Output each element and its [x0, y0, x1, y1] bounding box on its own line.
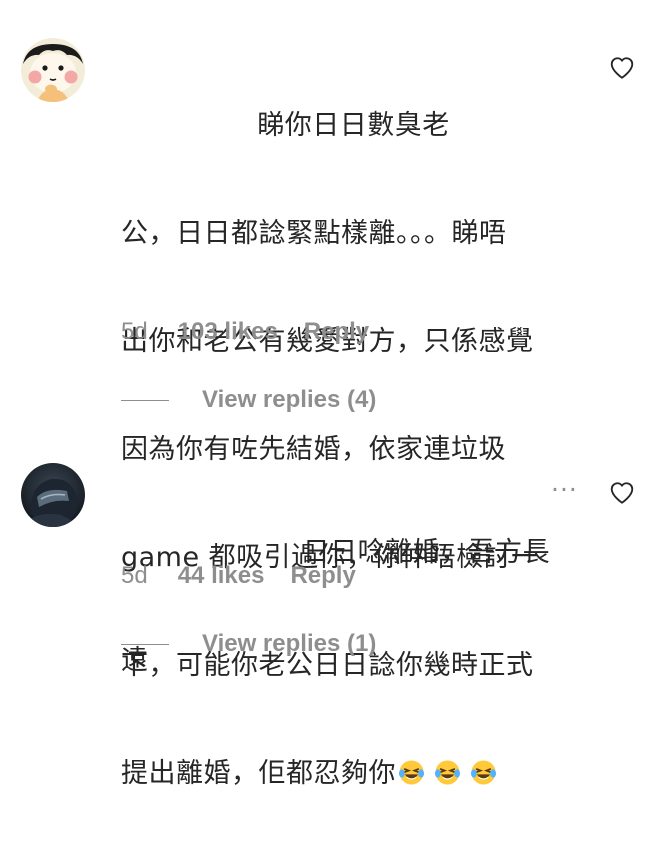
- avatar[interactable]: [21, 463, 85, 527]
- heart-outline-icon[interactable]: [609, 480, 635, 506]
- comment-line: 提出離婚，佢都忍夠你: [121, 758, 396, 789]
- view-replies-button[interactable]: View replies (1): [121, 630, 376, 658]
- cartoon-avatar-image: [21, 38, 85, 102]
- comment-text: 日日唸離婚，吾方長 遠: [121, 463, 551, 751]
- more-link[interactable]: ...: [551, 468, 578, 497]
- avatar[interactable]: [21, 38, 85, 102]
- comment-timestamp: 5d: [121, 318, 148, 345]
- comment-meta: 5d 44 likes Reply: [121, 562, 356, 590]
- heart-outline-icon[interactable]: [609, 55, 635, 81]
- reply-button[interactable]: Reply: [304, 318, 369, 346]
- divider-line: [121, 643, 169, 645]
- comment-timestamp: 5d: [121, 562, 148, 589]
- helmet-avatar-image: [21, 463, 85, 527]
- laughing-tears-emoji: [398, 760, 425, 785]
- comment-line: 睇你日日數臭老: [121, 110, 450, 141]
- divider-line: [121, 399, 169, 401]
- comment-meta: 5d 103 likes Reply: [121, 318, 369, 346]
- laughing-tears-emoji: [434, 760, 461, 785]
- view-replies-label: View replies (1): [202, 630, 377, 657]
- view-replies-label: View replies (4): [202, 386, 377, 413]
- like-count[interactable]: 103 likes: [178, 318, 278, 346]
- like-count[interactable]: 44 likes: [178, 562, 265, 590]
- laughing-tears-emoji: [470, 760, 497, 785]
- comment-line-with-emojis: 提出離婚，佢都忍夠你: [121, 756, 551, 792]
- comment-line: 公，日日都諗緊點樣離。。。睇唔: [121, 218, 507, 249]
- reply-button[interactable]: Reply: [290, 562, 355, 590]
- view-replies-button[interactable]: View replies (4): [121, 386, 376, 414]
